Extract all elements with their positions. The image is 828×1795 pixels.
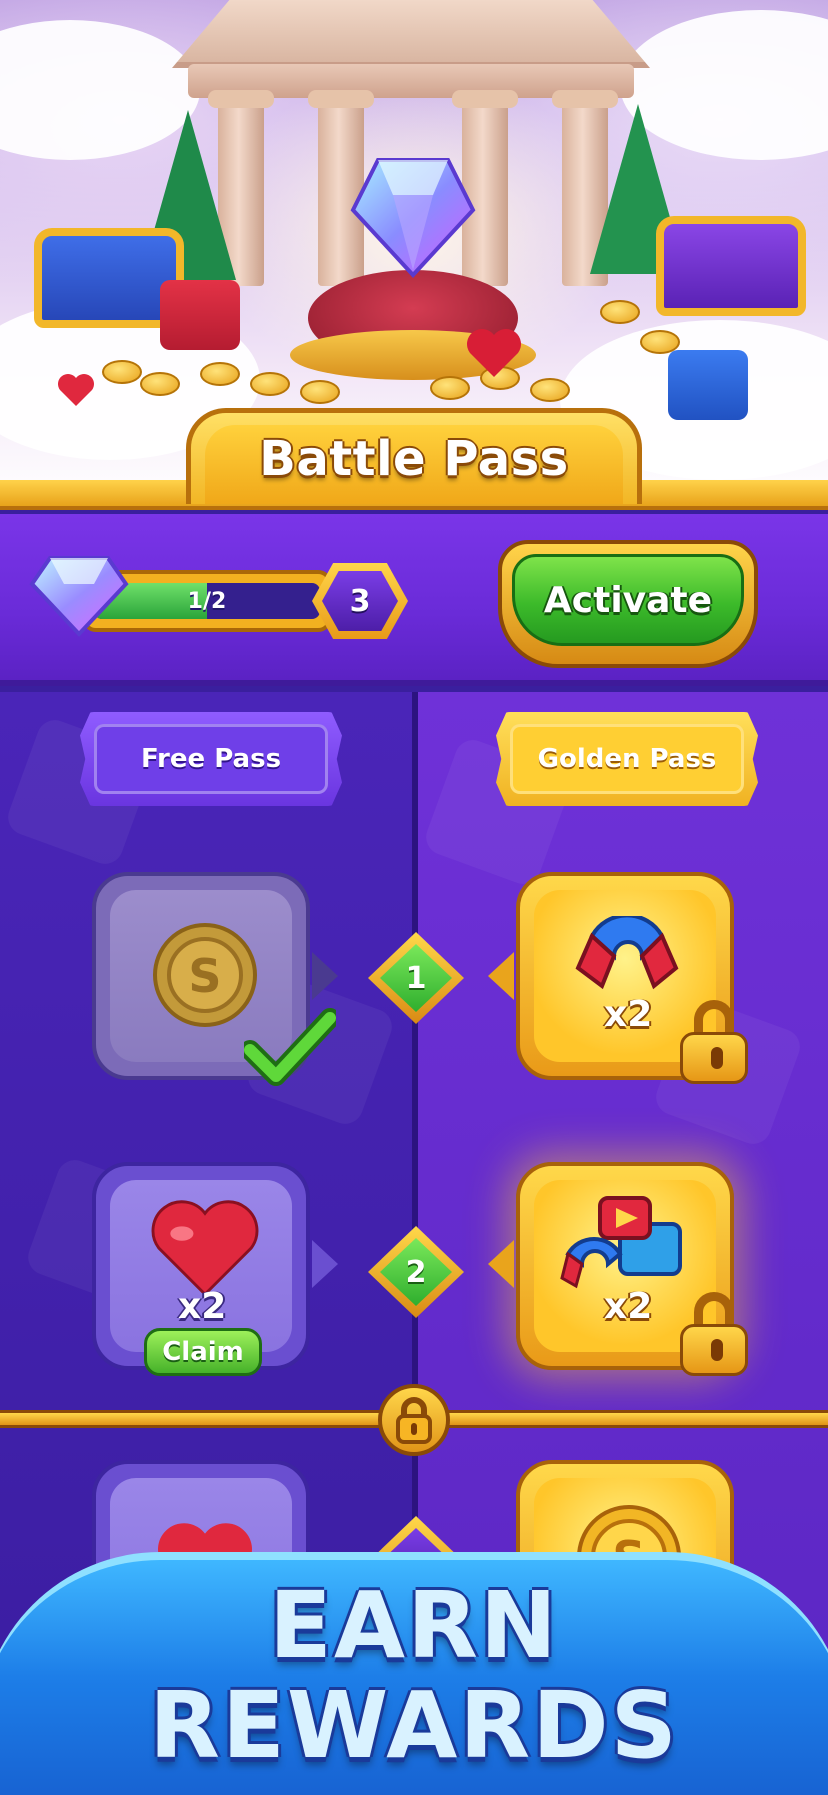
banner-line-2: REWARDS: [149, 1672, 679, 1779]
activate-button[interactable]: Activate: [498, 540, 758, 668]
diamond-icon: [28, 552, 130, 638]
tab-free-pass[interactable]: Free Pass: [80, 712, 342, 806]
keyhole: [711, 1047, 723, 1069]
title-plate: Battle Pass: [186, 408, 642, 504]
gift-icon: [160, 280, 240, 350]
game-screen: Battle Pass 1/2 3 Activate Free Pass Gol…: [0, 0, 828, 1795]
diamond-icon: [348, 150, 478, 280]
lock-body: [680, 1324, 748, 1376]
tab-golden-pass[interactable]: Golden Pass: [496, 712, 758, 806]
reward-quantity: x2: [178, 1286, 227, 1327]
free-pass-label: Free Pass: [94, 724, 328, 794]
coin-icon: [640, 330, 680, 354]
treasure-chest-icon: [656, 216, 806, 316]
reward-quantity: x2: [604, 1286, 653, 1327]
coin-icon: [102, 360, 142, 384]
heart-icon: [467, 329, 521, 377]
card-pointer: [312, 1240, 338, 1288]
lock-body: [680, 1032, 748, 1084]
tier-lock: [378, 1384, 450, 1456]
coin-icon: [140, 372, 180, 396]
level-number: 3: [322, 571, 398, 631]
temple-roof: [172, 0, 650, 68]
gift-icon: [668, 350, 748, 420]
svg-text:S: S: [188, 949, 221, 1003]
keyhole: [711, 1339, 723, 1361]
lock-icon: [680, 1000, 748, 1084]
coin-icon: [300, 380, 340, 404]
lock-icon: [396, 1397, 432, 1444]
coin-icon: [530, 378, 570, 402]
heart-icon: [58, 374, 94, 406]
card-pointer: [312, 952, 338, 1000]
activate-label: Activate: [512, 554, 744, 646]
golden-pass-label: Golden Pass: [510, 724, 744, 794]
card-pointer: [488, 952, 514, 1000]
coin-icon: [250, 372, 290, 396]
coin-icon: [600, 300, 640, 324]
coin-icon: S: [153, 923, 257, 1027]
checkmark-icon: [244, 1008, 336, 1086]
banner-line-1: EARN: [269, 1572, 559, 1679]
booster-bundle-icon: [560, 1196, 682, 1289]
magnet-icon: [575, 916, 679, 990]
lock-icon: [680, 1292, 748, 1376]
page-title: Battle Pass: [259, 430, 569, 487]
card-pointer: [488, 1240, 514, 1288]
reward-quantity: x2: [604, 994, 653, 1035]
heart-icon: [151, 1200, 259, 1297]
coin-icon: [200, 362, 240, 386]
claim-button[interactable]: Claim: [144, 1328, 262, 1376]
